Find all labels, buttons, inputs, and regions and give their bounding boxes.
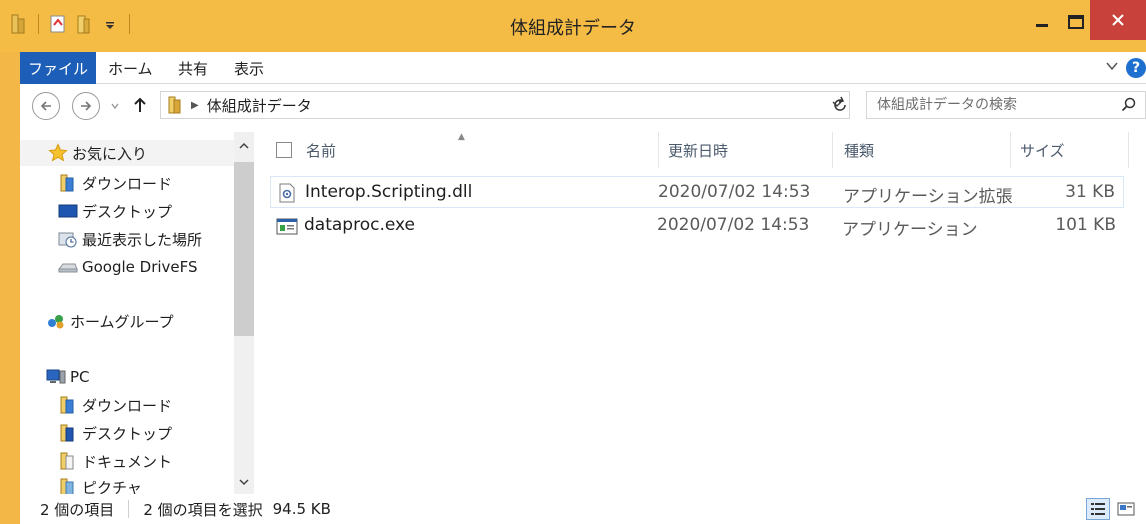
sidebar-item-label: デスクトップ xyxy=(82,424,173,443)
recent-places-icon xyxy=(58,229,78,249)
close-button[interactable] xyxy=(1090,0,1146,40)
details-view-icon[interactable] xyxy=(1086,498,1110,520)
divider xyxy=(128,500,130,518)
sidebar-item-pc-desktop[interactable]: デスクトップ xyxy=(20,420,234,446)
address-bar[interactable]: ▶ 体組成計データ xyxy=(160,91,850,119)
desktop-folder-icon xyxy=(58,423,78,443)
window-title: 体組成計データ xyxy=(510,18,636,39)
sidebar-item-favorites[interactable]: お気に入り xyxy=(20,140,234,166)
file-list: ▲ 名前 更新日時 種類 サイズ Interop.Scripting.dll 2… xyxy=(258,126,1146,494)
forward-button[interactable] xyxy=(72,92,100,120)
breadcrumb-separator-icon: ▶ xyxy=(191,99,199,111)
file-name: Interop.Scripting.dll xyxy=(305,182,473,202)
maximize-button[interactable] xyxy=(1062,4,1090,40)
navigation-bar: ▶ 体組成計データ xyxy=(20,84,1146,126)
table-row[interactable]: dataproc.exe 2020/07/02 14:53 アプリケーション 1… xyxy=(270,210,1124,242)
selection-size: 94.5 KB xyxy=(272,500,331,518)
tab-file[interactable]: ファイル xyxy=(20,52,96,84)
sidebar-item-pc-downloads[interactable]: ダウンロード xyxy=(20,392,234,418)
column-divider[interactable] xyxy=(1010,132,1011,168)
main-area: お気に入り ダウンロード デスクトップ 最近表示した場所 Google Driv… xyxy=(20,126,1146,494)
sidebar-item-label: ダウンロード xyxy=(82,396,173,415)
sort-ascending-icon: ▲ xyxy=(458,132,465,142)
sidebar-item-label: Google DriveFS xyxy=(82,258,198,276)
recent-locations-chevron-icon[interactable] xyxy=(110,99,120,115)
exe-file-icon xyxy=(276,216,298,236)
sidebar-item-downloads[interactable]: ダウンロード xyxy=(20,170,234,196)
sidebar-item-documents[interactable]: ドキュメント xyxy=(20,448,234,474)
file-name: dataproc.exe xyxy=(304,215,416,235)
file-date: 2020/07/02 14:53 xyxy=(658,182,811,202)
navigation-pane: お気に入り ダウンロード デスクトップ 最近表示した場所 Google Driv… xyxy=(20,126,256,494)
sidebar-item-label: ダウンロード xyxy=(82,174,173,193)
column-header-size[interactable]: サイズ xyxy=(1020,140,1065,161)
breadcrumb[interactable]: 体組成計データ xyxy=(207,95,312,116)
column-header-date[interactable]: 更新日時 xyxy=(668,140,728,161)
title-bar: 体組成計データ xyxy=(0,0,1146,52)
documents-folder-icon xyxy=(58,451,78,471)
file-date: 2020/07/02 14:53 xyxy=(657,215,810,235)
sidebar-item-recent-places[interactable]: 最近表示した場所 xyxy=(20,226,234,252)
file-type: アプリケーション拡張 xyxy=(843,187,1013,207)
file-size: 101 KB xyxy=(1055,215,1116,235)
help-icon[interactable]: ? xyxy=(1126,58,1146,78)
column-divider[interactable] xyxy=(658,132,659,168)
sidebar-scrollbar-thumb[interactable] xyxy=(234,162,254,336)
sidebar-item-label: デスクトップ xyxy=(82,202,173,221)
column-header-name[interactable]: 名前 xyxy=(306,140,336,161)
drive-icon xyxy=(58,257,78,277)
scroll-down-chevron-icon[interactable] xyxy=(234,472,254,492)
refresh-icon[interactable] xyxy=(832,96,848,118)
file-type: アプリケーション xyxy=(842,220,978,240)
column-header-type[interactable]: 種類 xyxy=(844,140,874,161)
sidebar-item-google-drivefs[interactable]: Google DriveFS xyxy=(20,254,234,280)
folder-icon xyxy=(167,95,183,115)
file-size: 31 KB xyxy=(1065,182,1115,202)
scroll-up-chevron-icon[interactable] xyxy=(234,136,254,156)
large-icons-view-icon[interactable] xyxy=(1114,498,1138,520)
desktop-icon xyxy=(58,201,78,221)
column-divider[interactable] xyxy=(832,132,833,168)
sidebar-item-label: ホームグループ xyxy=(70,312,174,331)
ribbon-controls: ? xyxy=(1104,58,1146,78)
download-folder-icon xyxy=(58,173,78,193)
sidebar-item-label: ピクチャ xyxy=(82,478,142,495)
select-all-checkbox[interactable] xyxy=(276,142,292,158)
sidebar-item-pc[interactable]: PC xyxy=(20,364,234,390)
sidebar-item-label: お気に入り xyxy=(72,144,148,163)
table-row[interactable]: Interop.Scripting.dll 2020/07/02 14:53 ア… xyxy=(270,176,1124,208)
download-folder-icon xyxy=(58,395,78,415)
sidebar-item-label: ドキュメント xyxy=(82,452,173,471)
homegroup-icon xyxy=(46,311,66,331)
tab-view[interactable]: 表示 xyxy=(234,52,264,84)
pc-icon xyxy=(46,367,66,387)
star-icon xyxy=(48,143,68,163)
selection-count: 2 個の項目を選択 xyxy=(143,500,263,519)
minimize-button[interactable] xyxy=(1022,4,1062,40)
explorer-window: 体組成計データ ファイル ホーム 共有 表示 ? ▶ 体組成計データ 体組成計デ… xyxy=(0,0,1146,524)
item-count: 2 個の項目 xyxy=(40,500,115,519)
ribbon-tabs: ファイル ホーム 共有 表示 ? xyxy=(20,52,1146,84)
sidebar-item-homegroup[interactable]: ホームグループ xyxy=(20,308,234,334)
search-icon[interactable] xyxy=(1121,97,1137,117)
sidebar-item-desktop[interactable]: デスクトップ xyxy=(20,198,234,224)
sidebar-item-label: 最近表示した場所 xyxy=(82,230,203,249)
sidebar-item-pictures[interactable]: ピクチャ xyxy=(20,474,234,494)
status-bar: 2 個の項目 2 個の項目を選択 94.5 KB xyxy=(20,494,1146,524)
column-divider[interactable] xyxy=(1128,132,1129,168)
pictures-folder-icon xyxy=(58,477,78,494)
tab-home[interactable]: ホーム xyxy=(108,52,153,84)
sidebar-item-label: PC xyxy=(70,368,90,386)
search-box[interactable] xyxy=(866,91,1146,119)
expand-ribbon-chevron-icon[interactable] xyxy=(1104,58,1120,78)
back-button[interactable] xyxy=(32,92,60,120)
tab-share[interactable]: 共有 xyxy=(178,52,208,84)
dll-file-icon xyxy=(277,183,297,203)
up-arrow-icon[interactable] xyxy=(132,96,148,118)
search-input[interactable] xyxy=(877,93,1117,117)
